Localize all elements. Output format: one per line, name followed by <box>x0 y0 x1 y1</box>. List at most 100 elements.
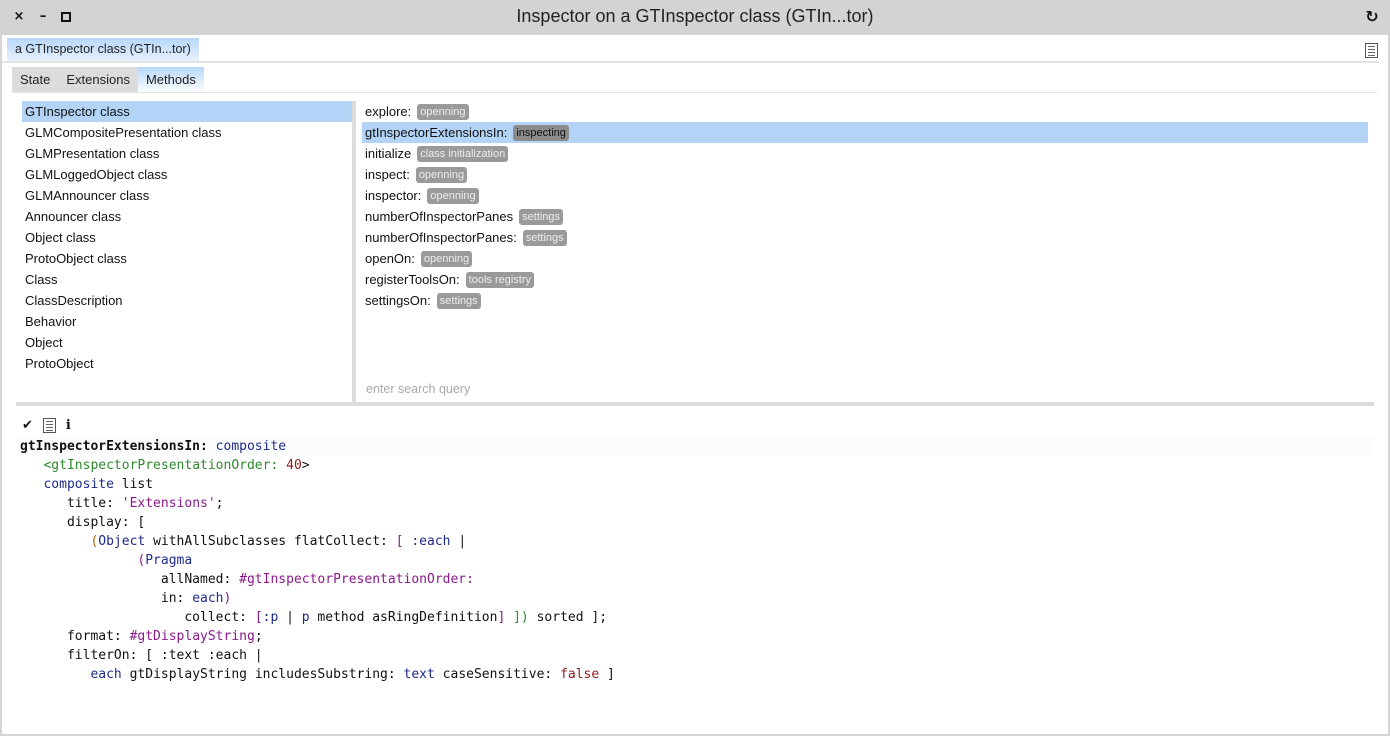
code-editor[interactable]: gtInspectorExtensionsIn: composite <gtIn… <box>16 437 1374 727</box>
method-list-item[interactable]: settingsOn: settings <box>362 290 1368 311</box>
code-token: 40 <box>286 458 302 473</box>
code-token: filterOn: [ :text :each | <box>20 648 263 663</box>
method-name: registerToolsOn: <box>365 272 460 287</box>
code-token: ; <box>215 496 224 511</box>
code-token: 'Extensions' <box>121 496 216 511</box>
object-tab[interactable]: a GTInspector class (GTIn...tor) <box>7 38 199 61</box>
code-token: > <box>301 458 310 473</box>
class-list-item[interactable]: Object <box>22 332 352 353</box>
method-name: openOn: <box>365 251 415 266</box>
protocol-badge: class initialization <box>417 146 509 162</box>
code-token: :p <box>262 610 279 625</box>
code-token: [ <box>395 534 404 549</box>
accept-check-icon[interactable]: ✔ <box>22 418 33 433</box>
code-token: method asRingDefinition <box>309 610 498 625</box>
browse-document-icon[interactable] <box>42 417 56 433</box>
code-token: p <box>301 610 310 625</box>
class-list-item[interactable]: Behavior <box>22 311 352 332</box>
code-line: (Object withAllSubclasses flatCollect: [… <box>16 532 1374 551</box>
class-list-item[interactable]: GLMLoggedObject class <box>22 164 352 185</box>
code-token: format: <box>20 629 130 644</box>
method-search-input[interactable] <box>366 379 766 399</box>
method-name: numberOfInspectorPanes <box>365 209 514 224</box>
code-line: (Pragma <box>16 551 1374 570</box>
code-token: false <box>560 667 600 682</box>
method-list: explore: openning gtInspectorExtensionsIn:… <box>362 101 1368 404</box>
class-list-item[interactable]: GLMAnnouncer class <box>22 185 352 206</box>
refresh-button[interactable]: ↻ <box>1364 9 1380 25</box>
method-list-item[interactable]: openOn: openning <box>362 248 1368 269</box>
document-icon[interactable] <box>1365 43 1378 58</box>
class-hierarchy-list: GTInspector class GLMCompositePresentatio… <box>22 101 352 404</box>
method-name: inspector: <box>365 188 422 203</box>
method-list-item[interactable]: numberOfInspectorPanes settings <box>362 206 1368 227</box>
code-line: gtInspectorExtensionsIn: composite <box>16 437 1374 456</box>
presentation-tabs: State Extensions Methods <box>12 67 204 93</box>
code-token: | <box>450 534 467 549</box>
tab-methods[interactable]: Methods <box>137 67 204 93</box>
class-list-item[interactable]: GTInspector class <box>22 101 352 122</box>
code-token: ]) <box>513 610 529 625</box>
code-token: ] <box>599 667 615 682</box>
method-list-item[interactable]: initialize class initialization <box>362 143 1368 164</box>
tab-state[interactable]: State <box>12 67 59 93</box>
protocol-badge: openning <box>415 167 468 183</box>
code-token: Object <box>98 534 146 549</box>
code-token: gtDisplayString includesSubstring: <box>121 667 404 682</box>
horizontal-splitter[interactable] <box>16 402 1374 406</box>
code-line: display: [ <box>16 513 1374 532</box>
protocol-badge: settings <box>436 293 481 309</box>
class-list-item[interactable]: Class <box>22 269 352 290</box>
object-tab-divider <box>2 61 1379 63</box>
code-token: caseSensitive: <box>434 667 561 682</box>
code-token: ; <box>254 629 263 644</box>
class-list-item[interactable]: ProtoObject class <box>22 248 352 269</box>
class-list-item[interactable]: ClassDescription <box>22 290 352 311</box>
class-list-item[interactable]: Object class <box>22 227 352 248</box>
method-list-item[interactable]: explore: openning <box>362 101 1368 122</box>
method-name: initialize <box>365 146 412 161</box>
method-name: explore: <box>365 104 412 119</box>
code-line: format: #gtDisplayString; <box>16 627 1374 646</box>
window-title: Inspector on a GTInspector class (GTIn..… <box>516 6 874 26</box>
code-token: each <box>90 667 122 682</box>
code-line: title: 'Extensions'; <box>16 494 1374 513</box>
class-list-item[interactable]: Announcer class <box>22 206 352 227</box>
code-line: <gtInspectorPresentationOrder: 40> <box>16 456 1374 475</box>
code-token: #gtInspectorPresentationOrder: <box>239 572 474 587</box>
inspector-window: a GTInspector class (GTIn...tor) State E… <box>2 35 1388 734</box>
code-token: display: [ <box>20 515 146 530</box>
class-list-item[interactable]: GLMCompositePresentation class <box>22 122 352 143</box>
code-token: | <box>278 610 302 625</box>
code-token: ) <box>223 591 232 606</box>
code-line: composite list <box>16 475 1374 494</box>
method-list-item[interactable]: registerToolsOn: tools registry <box>362 269 1368 290</box>
code-token: text <box>403 667 435 682</box>
refresh-icon: ↻ <box>1365 7 1379 26</box>
code-token: composite <box>43 477 114 492</box>
method-name: gtInspectorExtensionsIn: <box>365 125 508 140</box>
class-list-item[interactable]: GLMPresentation class <box>22 143 352 164</box>
method-name: inspect: <box>365 167 410 182</box>
protocol-badge: settings <box>522 230 567 246</box>
method-list-item[interactable]: gtInspectorExtensionsIn: inspecting <box>362 122 1368 143</box>
code-token: title: <box>20 496 122 511</box>
method-list-item[interactable]: inspect: openning <box>362 164 1368 185</box>
code-token: collect: <box>20 610 255 625</box>
info-icon[interactable]: i <box>66 418 71 433</box>
method-list-item[interactable]: inspector: openning <box>362 185 1368 206</box>
vertical-splitter[interactable] <box>352 101 356 404</box>
editor-toolbar: ✔ i <box>22 416 71 434</box>
class-list-item[interactable]: ProtoObject <box>22 353 352 374</box>
method-name: numberOfInspectorPanes: <box>365 230 517 245</box>
tab-extensions[interactable]: Extensions <box>58 67 138 93</box>
code-line: each gtDisplayString includesSubstring: … <box>16 665 1374 684</box>
code-token: #gtDisplayString <box>129 629 255 644</box>
code-token: sorted ]; <box>528 610 608 625</box>
protocol-badge: openning <box>420 251 473 267</box>
method-list-item[interactable]: numberOfInspectorPanes: settings <box>362 227 1368 248</box>
